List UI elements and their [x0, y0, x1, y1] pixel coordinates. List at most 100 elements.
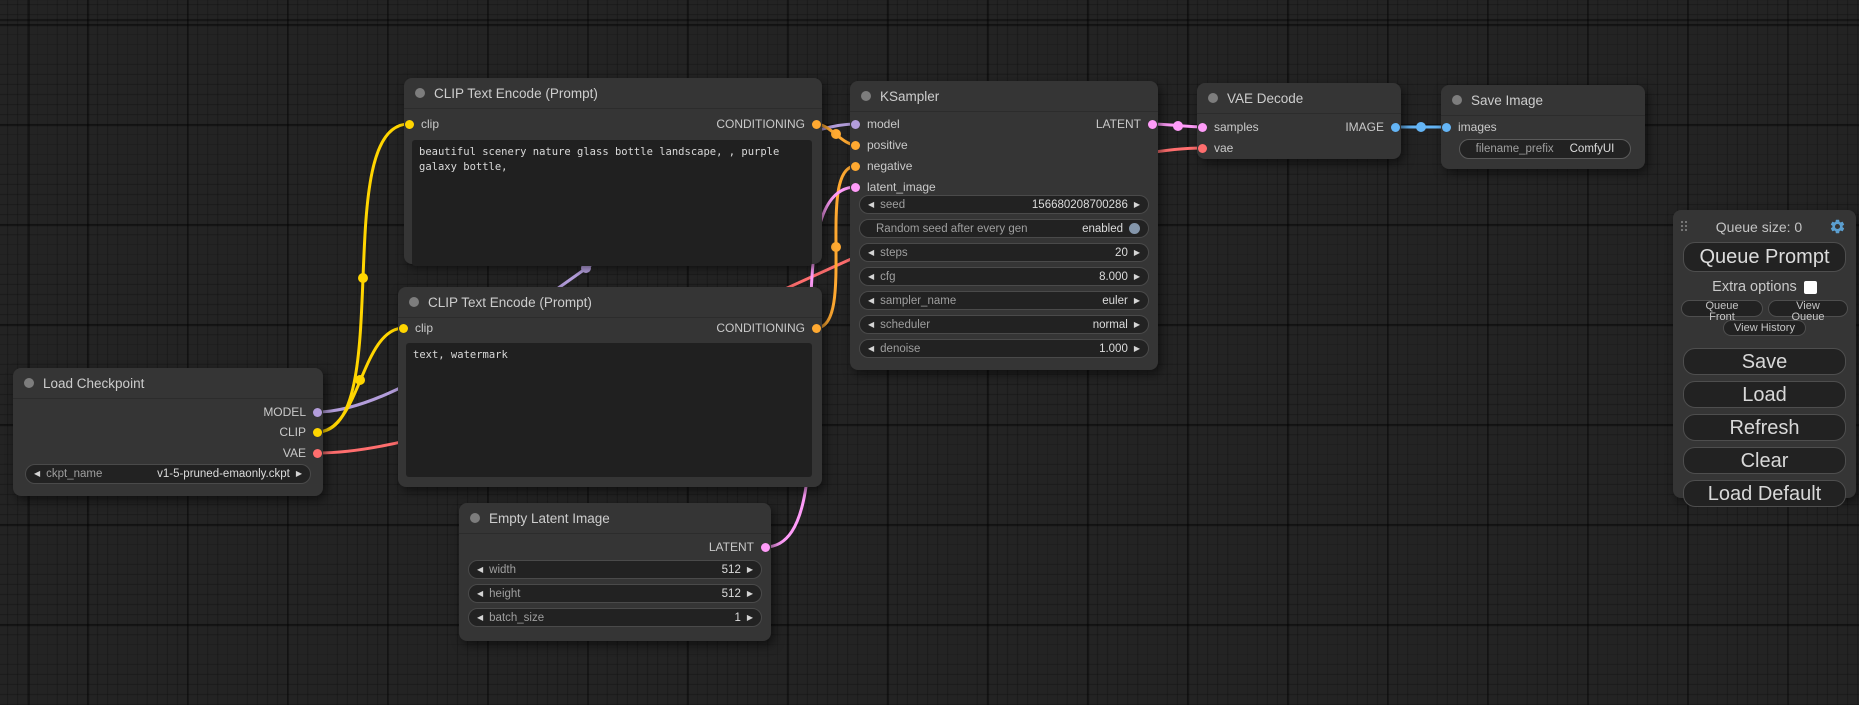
input-port-model[interactable] — [851, 120, 860, 129]
decrement-arrow-icon[interactable]: ◀ — [868, 201, 874, 209]
queue-front-button[interactable]: Queue Front — [1681, 300, 1763, 317]
collapse-dot-icon[interactable] — [24, 378, 34, 388]
input-port-latent-image[interactable] — [851, 183, 860, 192]
increment-arrow-icon[interactable]: ▶ — [296, 470, 302, 478]
output-port-vae[interactable] — [313, 449, 322, 458]
widget-sampler-name[interactable]: ◀ sampler_name euler ▶ — [859, 291, 1149, 310]
extra-options-checkbox[interactable] — [1804, 281, 1817, 294]
widget-seed[interactable]: ◀ seed 156680208700286 ▶ — [859, 195, 1149, 214]
widget-height[interactable]: ◀ height 512 ▶ — [468, 584, 762, 603]
view-queue-button[interactable]: View Queue — [1768, 300, 1848, 317]
load-button[interactable]: Load — [1683, 381, 1846, 408]
output-slot-clip: CLIP — [279, 426, 322, 438]
increment-arrow-icon[interactable]: ▶ — [1134, 345, 1140, 353]
decrement-arrow-icon[interactable]: ◀ — [868, 249, 874, 257]
toggle-dot-icon[interactable] — [1129, 223, 1140, 234]
widget-denoise[interactable]: ◀ denoise 1.000 ▶ — [859, 339, 1149, 358]
input-port-vae[interactable] — [1198, 144, 1207, 153]
decrement-arrow-icon[interactable]: ◀ — [868, 321, 874, 329]
decrement-arrow-icon[interactable]: ◀ — [34, 470, 40, 478]
input-slot-images: images — [1442, 121, 1497, 133]
widget-batch-size[interactable]: ◀ batch_size 1 ▶ — [468, 608, 762, 627]
increment-arrow-icon[interactable]: ▶ — [747, 590, 753, 598]
output-port-latent[interactable] — [761, 543, 770, 552]
decrement-arrow-icon[interactable]: ◀ — [477, 590, 483, 598]
decrement-arrow-icon[interactable]: ◀ — [868, 273, 874, 281]
output-port-latent[interactable] — [1148, 120, 1157, 129]
collapse-dot-icon[interactable] — [1208, 93, 1218, 103]
node-title: CLIP Text Encode (Prompt) — [434, 86, 598, 101]
input-port-positive[interactable] — [851, 141, 860, 150]
gear-icon[interactable] — [1829, 218, 1846, 235]
slot-label: samples — [1214, 120, 1259, 134]
queue-prompt-button[interactable]: Queue Prompt — [1683, 242, 1846, 272]
widget-steps[interactable]: ◀ steps 20 ▶ — [859, 243, 1149, 262]
queue-menu-panel: Queue size: 0 Queue Prompt Extra options… — [1673, 210, 1856, 498]
decrement-arrow-icon[interactable]: ◀ — [477, 614, 483, 622]
load-default-button[interactable]: Load Default — [1683, 480, 1846, 507]
save-button[interactable]: Save — [1683, 348, 1846, 375]
menu-header: Queue size: 0 — [1673, 210, 1856, 238]
increment-arrow-icon[interactable]: ▶ — [747, 614, 753, 622]
collapse-dot-icon[interactable] — [470, 513, 480, 523]
decrement-arrow-icon[interactable]: ◀ — [868, 345, 874, 353]
node-title: CLIP Text Encode (Prompt) — [428, 295, 592, 310]
node-clip-text-encode-positive: CLIP Text Encode (Prompt) clip CONDITION… — [404, 78, 822, 264]
collapse-dot-icon[interactable] — [861, 91, 871, 101]
widget-width[interactable]: ◀ width 512 ▶ — [468, 560, 762, 579]
view-history-button[interactable]: View History — [1723, 320, 1806, 336]
slot-label: negative — [867, 159, 912, 173]
output-port-conditioning[interactable] — [812, 120, 821, 129]
increment-arrow-icon[interactable]: ▶ — [747, 566, 753, 574]
node-title: KSampler — [880, 89, 939, 104]
widget-label: Random seed after every gen — [876, 223, 1028, 235]
decrement-arrow-icon[interactable]: ◀ — [477, 566, 483, 574]
node-title-bar[interactable]: Load Checkpoint — [13, 368, 323, 399]
refresh-button[interactable]: Refresh — [1683, 414, 1846, 441]
node-title-bar[interactable]: Empty Latent Image — [459, 503, 771, 534]
node-title-bar[interactable]: VAE Decode — [1197, 83, 1401, 114]
widget-value: euler — [1102, 295, 1128, 307]
increment-arrow-icon[interactable]: ▶ — [1134, 273, 1140, 281]
link-midpoint — [831, 242, 841, 252]
output-slot-latent: LATENT — [1096, 118, 1157, 130]
output-port-conditioning[interactable] — [812, 324, 821, 333]
widget-scheduler[interactable]: ◀ scheduler normal ▶ — [859, 315, 1149, 334]
collapse-dot-icon[interactable] — [409, 297, 419, 307]
increment-arrow-icon[interactable]: ▶ — [1134, 249, 1140, 257]
link-midpoint — [1173, 121, 1183, 131]
collapse-dot-icon[interactable] — [1452, 95, 1462, 105]
prompt-textarea[interactable]: beautiful scenery nature glass bottle la… — [412, 140, 812, 266]
collapse-dot-icon[interactable] — [415, 88, 425, 98]
widget-value: 512 — [722, 588, 741, 600]
node-title-bar[interactable]: CLIP Text Encode (Prompt) — [398, 287, 822, 318]
input-port-samples[interactable] — [1198, 123, 1207, 132]
increment-arrow-icon[interactable]: ▶ — [1134, 201, 1140, 209]
drag-handle-icon[interactable] — [1681, 221, 1689, 233]
widget-filename-prefix[interactable]: filename_prefix ComfyUI — [1459, 139, 1631, 159]
output-slot-vae: VAE — [283, 447, 322, 459]
widget-random-seed-toggle[interactable]: Random seed after every gen enabled — [859, 219, 1149, 238]
widget-label: sampler_name — [880, 295, 956, 307]
node-title-bar[interactable]: KSampler — [850, 81, 1158, 112]
input-port-clip[interactable] — [405, 120, 414, 129]
node-title-bar[interactable]: Save Image — [1441, 85, 1645, 116]
widget-label: cfg — [880, 271, 895, 283]
input-port-clip[interactable] — [399, 324, 408, 333]
node-title-bar[interactable]: CLIP Text Encode (Prompt) — [404, 78, 822, 109]
output-port-clip[interactable] — [313, 428, 322, 437]
node-clip-text-encode-negative: CLIP Text Encode (Prompt) clip CONDITION… — [398, 287, 822, 487]
comfyui-canvas[interactable]: { "colors": { "model": "#B39DDB", "clip"… — [0, 0, 1859, 705]
output-port-image[interactable] — [1391, 123, 1400, 132]
increment-arrow-icon[interactable]: ▶ — [1134, 321, 1140, 329]
decrement-arrow-icon[interactable]: ◀ — [868, 297, 874, 305]
node-save-image: Save Image images filename_prefix ComfyU… — [1441, 85, 1645, 169]
widget-ckpt-name[interactable]: ◀ ckpt_name v1-5-pruned-emaonly.ckpt ▶ — [25, 464, 311, 484]
input-port-images[interactable] — [1442, 123, 1451, 132]
output-port-model[interactable] — [313, 408, 322, 417]
input-port-negative[interactable] — [851, 162, 860, 171]
increment-arrow-icon[interactable]: ▶ — [1134, 297, 1140, 305]
clear-button[interactable]: Clear — [1683, 447, 1846, 474]
prompt-textarea[interactable]: text, watermark — [406, 343, 812, 477]
widget-cfg[interactable]: ◀ cfg 8.000 ▶ — [859, 267, 1149, 286]
